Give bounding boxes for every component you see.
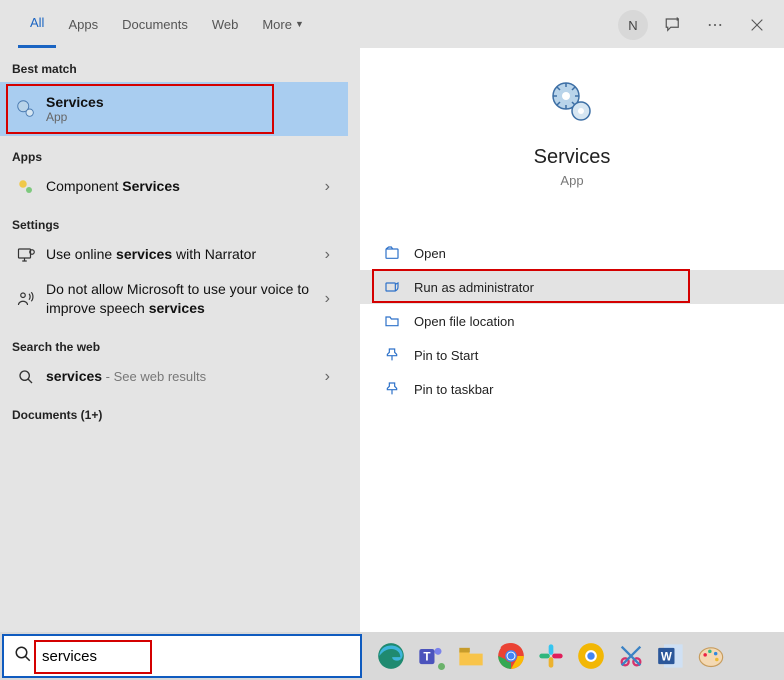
action-open[interactable]: Open — [360, 236, 784, 270]
shield-icon — [384, 279, 414, 295]
detail-title: Services — [534, 146, 611, 169]
svg-text:T: T — [423, 651, 430, 664]
chevron-right-icon: › — [325, 246, 336, 264]
search-web-header: Search the web — [0, 326, 348, 360]
chevron-right-icon: › — [325, 368, 336, 386]
taskbar-search[interactable] — [2, 634, 362, 678]
snip-sketch-icon[interactable] — [614, 639, 648, 673]
pin-icon — [384, 381, 414, 397]
result-text-prefix: Component — [46, 178, 122, 194]
best-match-title: Services — [46, 94, 336, 110]
action-label: Pin to Start — [414, 348, 478, 363]
feedback-icon[interactable] — [656, 8, 690, 42]
result-narrator-services[interactable]: Use online services with Narrator › — [0, 238, 348, 272]
result-text-match: services — [149, 300, 205, 316]
person-voice-icon — [12, 290, 40, 308]
best-match-header: Best match — [0, 48, 348, 82]
monitor-icon — [12, 246, 40, 264]
apps-header: Apps — [0, 136, 348, 170]
tab-all[interactable]: All — [18, 0, 56, 48]
search-icon — [4, 645, 42, 668]
action-label: Open file location — [414, 314, 514, 329]
open-icon — [384, 245, 414, 261]
chevron-down-icon: ▼ — [295, 19, 304, 29]
user-avatar[interactable]: N — [618, 10, 648, 40]
settings-header: Settings — [0, 204, 348, 238]
result-text: with Narrator — [172, 246, 256, 262]
search-results-panel: Best match Services App Apps Component S… — [0, 48, 348, 632]
documents-header: Documents (1+) — [0, 394, 348, 428]
taskbar: T W — [0, 632, 784, 680]
services-icon — [12, 98, 40, 120]
edge-icon[interactable] — [374, 639, 408, 673]
slack-icon[interactable] — [534, 639, 568, 673]
svg-text:W: W — [661, 651, 672, 664]
word-icon[interactable]: W — [654, 639, 688, 673]
tab-web[interactable]: Web — [200, 0, 251, 48]
best-match-subtitle: App — [46, 110, 336, 124]
result-web-services[interactable]: services - See web results › — [0, 360, 348, 394]
paint-icon[interactable] — [694, 639, 728, 673]
tab-more-label: More — [262, 17, 292, 32]
file-explorer-icon[interactable] — [454, 639, 488, 673]
result-text-match: Services — [122, 178, 180, 194]
action-open-file-location[interactable]: Open file location — [360, 304, 784, 338]
detail-panel: Services App Open Run as administrator O… — [360, 48, 784, 632]
teams-icon[interactable]: T — [414, 639, 448, 673]
result-text: Use online — [46, 246, 116, 262]
tab-more[interactable]: More ▼ — [250, 0, 316, 48]
action-label: Pin to taskbar — [414, 382, 494, 397]
action-label: Open — [414, 246, 446, 261]
result-text-match: services — [116, 246, 172, 262]
action-pin-to-taskbar[interactable]: Pin to taskbar — [360, 372, 784, 406]
detail-subtitle: App — [560, 173, 583, 188]
chrome-icon[interactable] — [494, 639, 528, 673]
action-label: Run as administrator — [414, 280, 534, 295]
tab-apps[interactable]: Apps — [56, 0, 110, 48]
search-input[interactable] — [42, 636, 360, 676]
chevron-right-icon: › — [325, 178, 336, 196]
result-text-match: services — [46, 368, 102, 384]
taskbar-tray: T W — [364, 639, 728, 673]
search-icon — [12, 369, 40, 385]
pin-icon — [384, 347, 414, 363]
action-run-as-administrator[interactable]: Run as administrator — [360, 270, 784, 304]
folder-icon — [384, 313, 414, 329]
top-right-controls: N — [618, 8, 774, 42]
search-filter-bar: All Apps Documents Web More ▼ N — [0, 0, 784, 48]
best-match-services[interactable]: Services App — [0, 82, 348, 136]
component-services-icon — [12, 178, 40, 196]
more-options-icon[interactable] — [698, 8, 732, 42]
chrome-canary-icon[interactable] — [574, 639, 608, 673]
result-text-sub: - See web results — [102, 369, 206, 384]
result-component-services[interactable]: Component Services › — [0, 170, 348, 204]
result-speech-services[interactable]: Do not allow Microsoft to use your voice… — [0, 272, 348, 326]
close-icon[interactable] — [740, 8, 774, 42]
services-large-icon — [548, 78, 596, 126]
chevron-right-icon: › — [325, 290, 336, 308]
tab-documents[interactable]: Documents — [110, 0, 200, 48]
action-pin-to-start[interactable]: Pin to Start — [360, 338, 784, 372]
